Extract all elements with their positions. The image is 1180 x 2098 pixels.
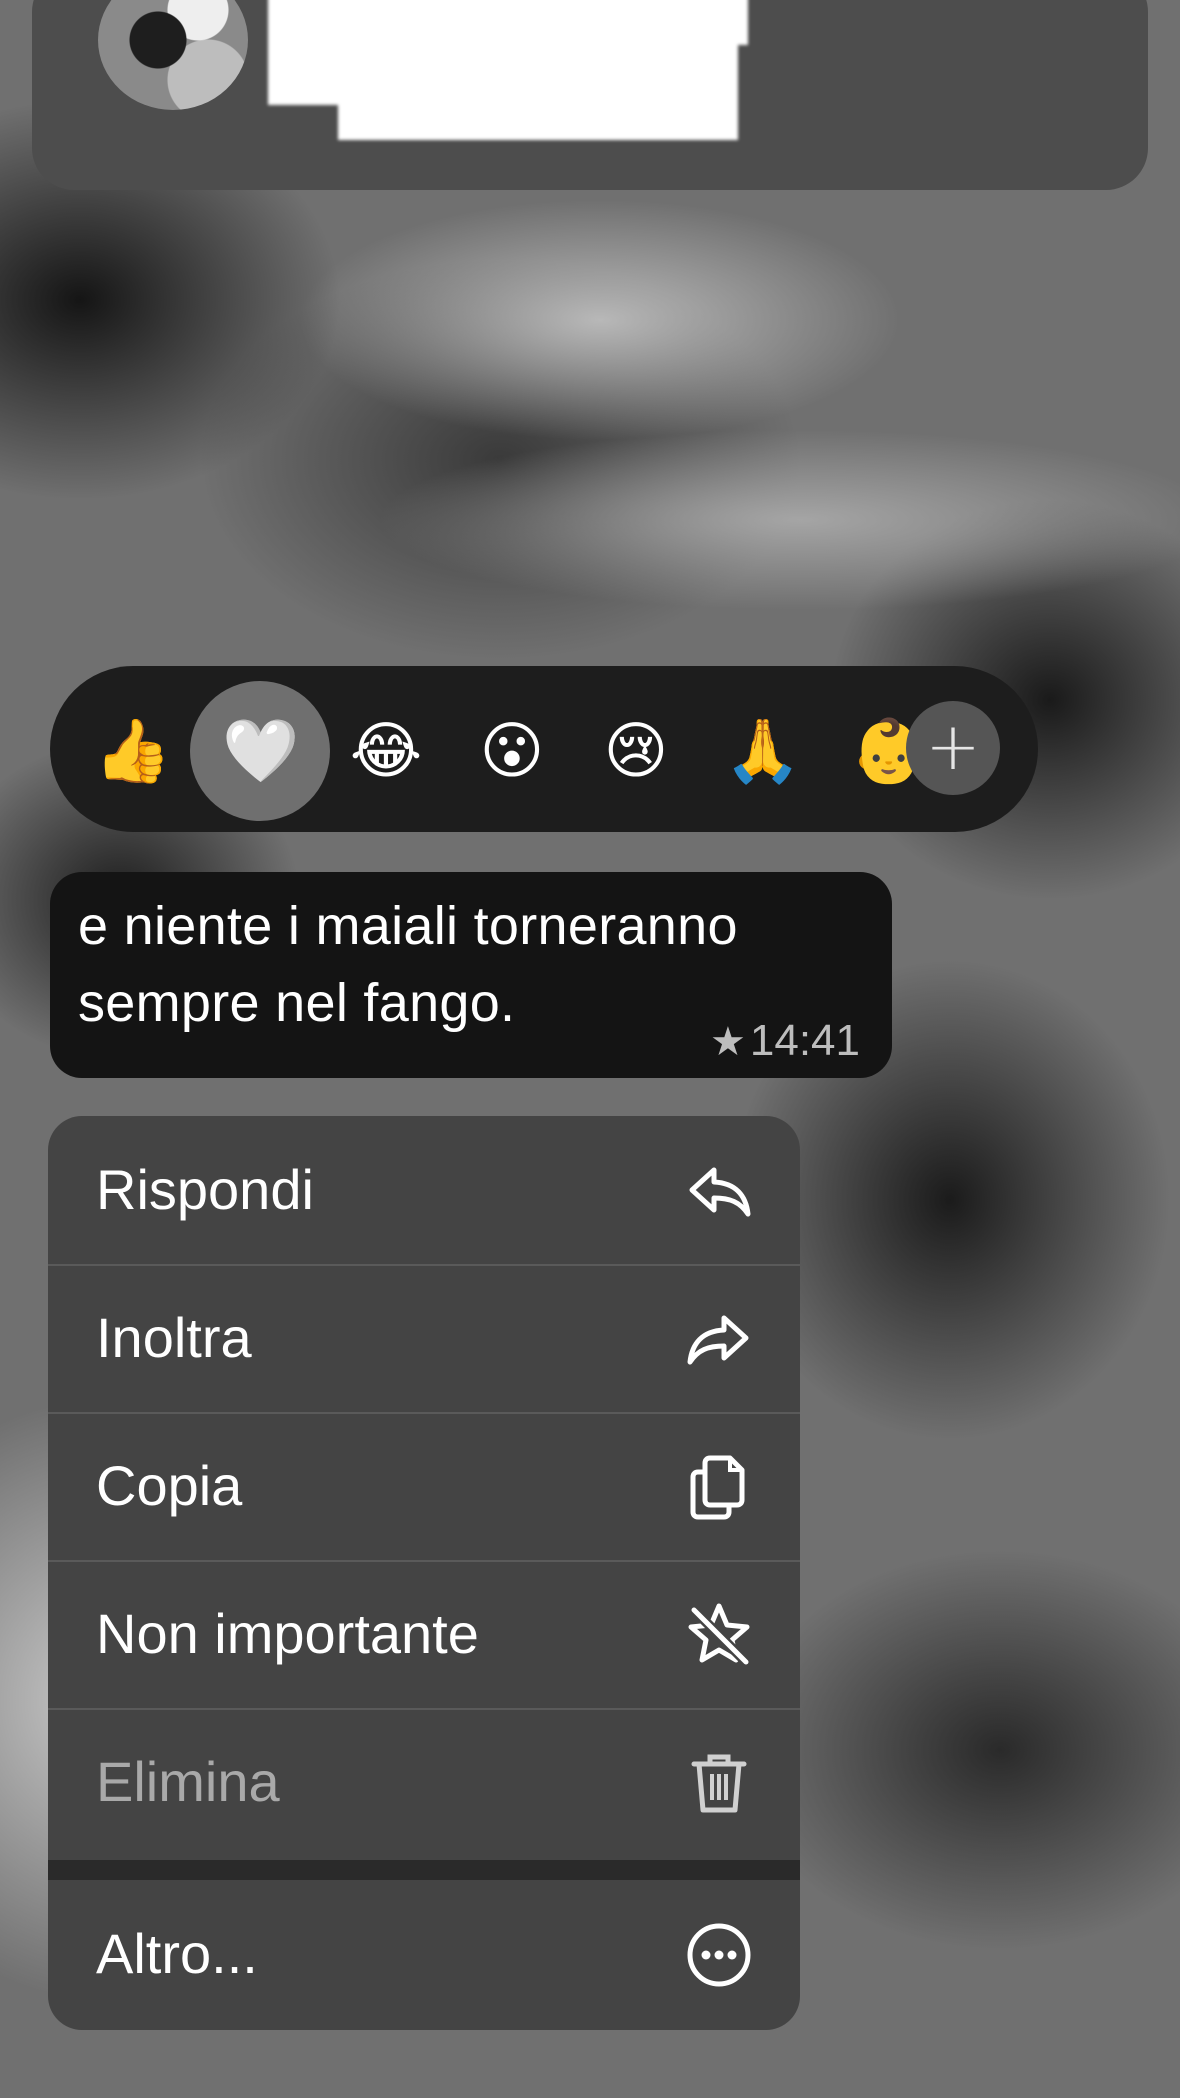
menu-item-more[interactable]: Altro... [48, 1880, 800, 2030]
menu-item-copy[interactable]: Copia [48, 1412, 800, 1562]
forward-icon [684, 1304, 754, 1374]
message-text-line-1: e niente i maiali torneranno [78, 896, 738, 956]
menu-item-label: Elimina [96, 1750, 280, 1813]
menu-item-label: Altro... [96, 1922, 258, 1985]
reaction-folded-hands[interactable]: 🙏 [724, 713, 801, 789]
menu-item-label: Rispondi [96, 1158, 314, 1221]
menu-item-label: Inoltra [96, 1306, 252, 1369]
menu-item-label: Non importante [96, 1602, 479, 1665]
message-time: 14:41 [749, 1016, 860, 1065]
message-bubble[interactable]: e niente i maiali torneranno sempre nel … [50, 872, 892, 1078]
avatar[interactable] [98, 0, 248, 110]
menu-item-unstar[interactable]: Non importante [48, 1560, 800, 1710]
copy-icon [684, 1452, 754, 1522]
menu-item-reply[interactable]: Rispondi [48, 1116, 800, 1266]
context-menu: Rispondi Inoltra Copia Non importante El… [48, 1116, 800, 2030]
more-reactions-button[interactable]: + [906, 701, 1000, 795]
reaction-heart[interactable]: 🤍 [190, 681, 330, 821]
menu-item-label: Copia [96, 1454, 243, 1517]
reaction-tears-of-joy[interactable]: 😂 [348, 713, 424, 789]
message-meta: ★14:41 [710, 1016, 860, 1066]
menu-item-forward[interactable]: Inoltra [48, 1264, 800, 1414]
star-icon: ★ [710, 1019, 746, 1065]
plus-icon: + [925, 708, 981, 785]
reaction-thumbs-up[interactable]: 👍 [94, 713, 171, 789]
menu-separator [48, 1860, 800, 1880]
more-icon [684, 1920, 754, 1990]
unstar-icon [684, 1600, 754, 1670]
chat-header [32, 0, 1148, 190]
reaction-surprised[interactable]: 😮 [474, 713, 550, 789]
redacted-contact-name [268, 0, 748, 140]
trash-icon [684, 1748, 754, 1818]
menu-item-delete[interactable]: Elimina [48, 1708, 800, 1856]
reaction-bar: 👍 🤍 😂 😮 😢 🙏 👶 + [50, 666, 1038, 832]
reply-icon [684, 1156, 754, 1226]
reaction-crying[interactable]: 😢 [598, 713, 674, 789]
